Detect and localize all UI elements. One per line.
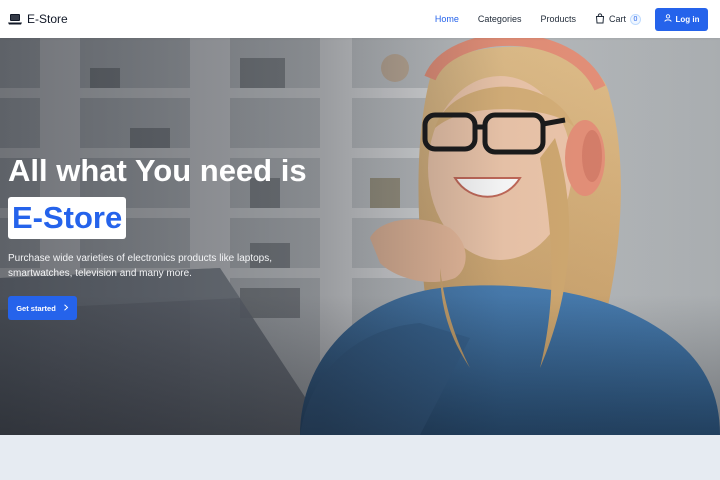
nav-link-products[interactable]: Products (540, 14, 576, 24)
cart-count-badge: 0 (630, 13, 641, 25)
nav-links: Home Categories Products Cart 0 Log in (435, 7, 708, 31)
user-icon (663, 14, 672, 24)
cart-label: Cart (608, 14, 626, 24)
hero-content: All what You need is E-Store Purchase wi… (8, 153, 348, 320)
cart-link[interactable]: Cart 0 (595, 12, 641, 26)
hero-description: Purchase wide varieties of electronics p… (8, 253, 273, 279)
hero-section: All what You need is E-Store Purchase wi… (0, 38, 720, 435)
hero-headline: All what You need is (8, 153, 307, 188)
page-section-below (0, 435, 720, 480)
laptop-icon (8, 13, 22, 25)
get-started-button[interactable]: Get started (8, 296, 77, 320)
get-started-label: Get started (16, 303, 56, 313)
nav-link-categories[interactable]: Categories (478, 14, 522, 24)
top-navbar: E-Store Home Categories Products Cart 0 (0, 0, 720, 38)
hero-highlight: E-Store (8, 197, 127, 239)
login-label: Log in (675, 14, 700, 24)
brand-name: E-Store (27, 12, 68, 26)
login-button[interactable]: Log in (655, 7, 708, 31)
shopping-bag-icon (595, 12, 605, 26)
nav-link-home[interactable]: Home (435, 14, 459, 24)
chevron-right-icon (63, 303, 69, 313)
brand-link[interactable]: E-Store (8, 9, 68, 29)
